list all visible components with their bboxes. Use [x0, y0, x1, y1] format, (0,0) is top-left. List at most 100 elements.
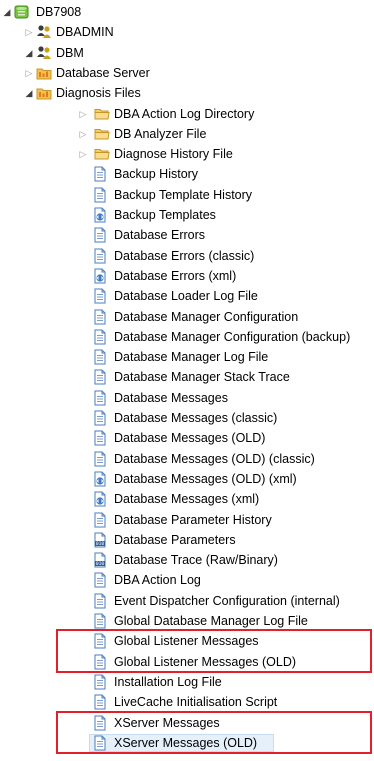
expand-arrow-icon[interactable]: ▷ [24, 63, 34, 83]
tree-node[interactable]: ▷ DBA Action Log Directory [0, 104, 374, 124]
binary-document-icon: 010 [92, 532, 108, 548]
folder-group-icon [36, 65, 52, 81]
collapse-arrow-icon[interactable]: ◢ [24, 43, 34, 63]
tree-node-label: Diagnose History File [114, 147, 233, 162]
tree-node-label: Database Messages [114, 390, 228, 405]
tree-node[interactable]: Database Errors [0, 225, 374, 245]
tree-node-label: Database Parameter History [114, 512, 272, 527]
tree-node[interactable]: Database Messages (classic) [0, 408, 374, 428]
tree-node-label: DBM [56, 45, 84, 60]
xml-document-icon [92, 471, 108, 487]
highlight-box [56, 629, 372, 673]
tree-node-label: DBA Action Log [114, 573, 201, 588]
tree-node[interactable]: DBA Action Log [0, 570, 374, 590]
tree-node-label: Database Messages (OLD) (classic) [114, 451, 315, 466]
tree-node-label: Installation Log File [114, 674, 222, 689]
document-icon [92, 369, 108, 385]
xml-document-icon [92, 268, 108, 284]
tree-node[interactable]: Database Messages [0, 388, 374, 408]
users-icon [36, 45, 52, 61]
expand-arrow-icon[interactable]: ▷ [78, 124, 88, 144]
document-icon [92, 309, 108, 325]
tree-node[interactable]: Installation Log File [0, 672, 374, 692]
tree-node[interactable]: Database Messages (OLD) (xml) [0, 469, 374, 489]
expand-arrow-icon[interactable]: ▷ [24, 22, 34, 42]
folder-icon [94, 106, 110, 122]
tree-node-label: Database Parameters [114, 532, 236, 547]
tree-node[interactable]: 010 Database Parameters [0, 530, 374, 550]
tree-node[interactable]: Database Errors (xml) [0, 266, 374, 286]
tree-node-label: DBADMIN [56, 25, 114, 40]
tree-node[interactable]: ◢ DB7908 [0, 2, 374, 22]
tree-node[interactable]: Database Messages (OLD) (classic) [0, 449, 374, 469]
tree-node[interactable]: ▷ DB Analyzer File [0, 124, 374, 144]
binary-document-icon: 010 [92, 552, 108, 568]
document-icon [92, 166, 108, 182]
tree-node-label: DB Analyzer File [114, 126, 207, 141]
tree-node[interactable]: ◢ DBM [0, 43, 374, 63]
document-icon [92, 349, 108, 365]
tree-node-label: Database Messages (xml) [114, 492, 260, 507]
folder-group-icon [36, 85, 52, 101]
collapse-arrow-icon[interactable]: ◢ [24, 83, 34, 103]
tree-node[interactable]: Database Manager Stack Trace [0, 367, 374, 387]
tree-node[interactable]: ◢ Diagnosis Files [0, 83, 374, 103]
tree-node[interactable]: Event Dispatcher Configuration (internal… [0, 591, 374, 611]
collapse-arrow-icon[interactable]: ◢ [2, 2, 12, 22]
tree-node-label: LiveCache Initialisation Script [114, 695, 278, 710]
tree-node-label: Database Server [56, 65, 150, 80]
tree-node-label: Backup Templates [114, 208, 216, 222]
tree-node[interactable]: Database Messages (xml) [0, 489, 374, 509]
document-icon [92, 694, 108, 710]
document-icon [92, 430, 108, 446]
tree-node-label: Database Manager Configuration (backup) [114, 329, 351, 344]
database-icon [14, 4, 30, 20]
tree-node-label: Backup History [114, 167, 199, 182]
expand-arrow-icon[interactable]: ▷ [78, 144, 88, 164]
document-icon [92, 593, 108, 609]
tree-node[interactable]: ▷ Database Server [0, 63, 374, 83]
tree-node[interactable]: Database Errors (classic) [0, 246, 374, 266]
tree-node-label: Database Messages (OLD) [114, 431, 266, 446]
tree-node[interactable]: ▷ Diagnose History File [0, 144, 374, 164]
tree-node-label: DBA Action Log Directory [114, 106, 255, 121]
users-icon [36, 24, 52, 40]
tree-node[interactable]: Backup Templates [0, 205, 374, 225]
tree-node[interactable]: Database Manager Configuration (backup) [0, 327, 374, 347]
document-icon [92, 410, 108, 426]
tree-node[interactable]: Database Manager Log File [0, 347, 374, 367]
xml-document-icon [92, 491, 108, 507]
document-icon [92, 187, 108, 203]
document-icon [92, 613, 108, 629]
tree-node[interactable]: 010 Database Trace (Raw/Binary) [0, 550, 374, 570]
tree-node[interactable]: Global Database Manager Log File [0, 611, 374, 631]
folder-icon [94, 126, 110, 142]
tree-node-label: Database Trace (Raw/Binary) [114, 553, 278, 568]
tree-node-label: Global Database Manager Log File [114, 614, 308, 628]
tree-node-label: Database Manager Configuration [114, 309, 299, 324]
document-icon [92, 248, 108, 264]
document-icon [92, 512, 108, 528]
document-icon [92, 390, 108, 406]
tree-node-label: Database Errors (classic) [114, 248, 255, 263]
tree-node-label: Database Manager Log File [114, 350, 269, 365]
document-icon [92, 288, 108, 304]
tree-node-label: Database Messages (OLD) (xml) [114, 471, 297, 486]
tree-node-label: Backup Template History [114, 187, 253, 202]
document-icon [92, 227, 108, 243]
tree-node-label: Event Dispatcher Configuration (internal… [114, 593, 340, 608]
tree-node[interactable]: Database Loader Log File [0, 286, 374, 306]
expand-arrow-icon[interactable]: ▷ [78, 104, 88, 124]
tree-node-label: Database Errors [114, 228, 206, 243]
tree-node[interactable]: Database Messages (OLD) [0, 428, 374, 448]
tree-node-label: Diagnosis Files [56, 86, 141, 101]
tree-node[interactable]: Database Parameter History [0, 510, 374, 530]
tree-node[interactable]: Backup Template History [0, 185, 374, 205]
tree-node[interactable]: Database Manager Configuration [0, 307, 374, 327]
tree-node[interactable]: LiveCache Initialisation Script [0, 692, 374, 712]
tree-node-label: Database Manager Stack Trace [114, 370, 290, 385]
tree-node[interactable]: Backup History [0, 164, 374, 184]
document-icon [92, 451, 108, 467]
svg-text:010: 010 [96, 561, 105, 567]
tree-node[interactable]: ▷ DBADMIN [0, 22, 374, 42]
